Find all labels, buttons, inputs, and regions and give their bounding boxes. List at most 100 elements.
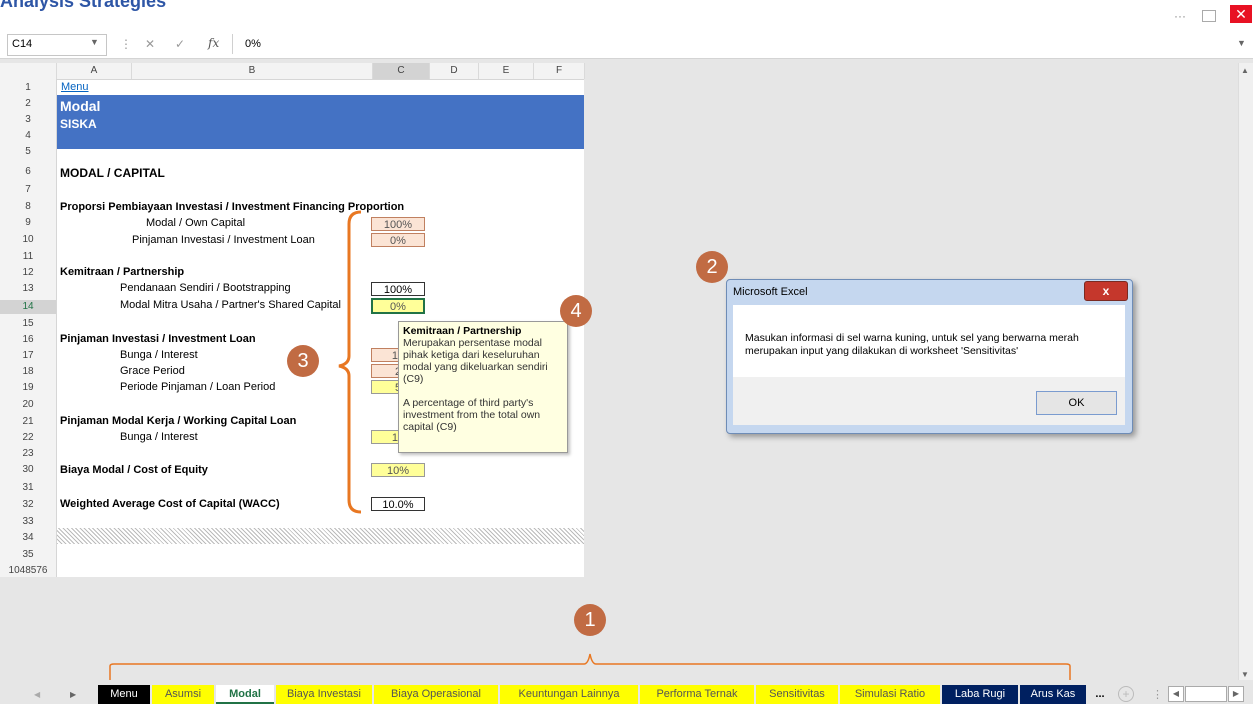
- tab-sensitivitas[interactable]: Sensitivitas: [756, 685, 838, 704]
- vertical-scrollbar[interactable]: [1238, 63, 1253, 681]
- page-title: Analysis Strategies: [0, 0, 167, 11]
- row-number[interactable]: 31: [0, 481, 56, 495]
- tab-simulasi-ratio[interactable]: Simulasi Ratio: [840, 685, 940, 704]
- own-capital-label: Modal / Own Capital: [146, 217, 246, 229]
- tab-keuntungan-lainnya[interactable]: Keuntungan Lainnya: [500, 685, 638, 704]
- wc-header: Pinjaman Modal Kerja / Working Capital L…: [60, 415, 297, 427]
- enter-check-icon[interactable]: ✓: [175, 37, 185, 51]
- scroll-down-icon[interactable]: ▼: [1241, 670, 1249, 679]
- cancel-icon[interactable]: ✕: [145, 37, 155, 51]
- dialog-title: Microsoft Excel: [733, 286, 808, 298]
- row-number[interactable]: 1: [0, 81, 56, 95]
- more-icon[interactable]: ···: [1174, 9, 1190, 23]
- cost-of-equity-cell[interactable]: 10%: [371, 463, 425, 477]
- comment-body-en: A percentage of third party's investment…: [403, 397, 541, 433]
- row-number[interactable]: 12: [0, 266, 56, 280]
- hscroll-right-icon[interactable]: ▶: [1228, 686, 1244, 702]
- tab-modal[interactable]: Modal: [216, 685, 274, 704]
- row-number[interactable]: 14: [0, 300, 56, 314]
- horizontal-scrollbar[interactable]: [1185, 686, 1227, 702]
- scroll-up-icon[interactable]: ▲: [1241, 66, 1249, 75]
- grace-period-label: Grace Period: [120, 365, 185, 377]
- row-number[interactable]: 35: [0, 548, 56, 562]
- restore-icon[interactable]: [1202, 10, 1216, 22]
- row-number[interactable]: 1048576: [0, 564, 56, 578]
- row-number[interactable]: 11: [0, 250, 56, 264]
- tab-arus-kas[interactable]: Arus Kas: [1020, 685, 1086, 704]
- row-number[interactable]: 32: [0, 498, 56, 512]
- column-header[interactable]: C: [373, 63, 430, 79]
- dialog-message: Masukan informasi di sel warna kuning, u…: [745, 332, 1079, 357]
- row-number[interactable]: 7: [0, 183, 56, 197]
- row-number[interactable]: 23: [0, 447, 56, 461]
- row-number[interactable]: 20: [0, 398, 56, 412]
- row-number[interactable]: 17: [0, 349, 56, 363]
- row-number[interactable]: 19: [0, 381, 56, 395]
- formula-bar: [0, 30, 1253, 59]
- comment-body-id: Merupakan persentase modal pihak ketiga …: [403, 337, 548, 385]
- sheet-title: Modal: [60, 98, 101, 114]
- row-number[interactable]: 10: [0, 233, 56, 247]
- partnership-header: Kemitraan / Partnership: [60, 266, 185, 278]
- callout-badge-3: 3: [287, 345, 319, 377]
- column-header[interactable]: B: [132, 63, 373, 79]
- app-top-bar: [0, 0, 1253, 30]
- formula-input[interactable]: 0%: [245, 38, 261, 50]
- splitter-dots-icon[interactable]: ⋮: [1152, 688, 1163, 701]
- row-number[interactable]: 30: [0, 463, 56, 477]
- expand-formula-icon[interactable]: ▼: [1237, 38, 1246, 48]
- tab-biaya-operasional[interactable]: Biaya Operasional: [374, 685, 498, 704]
- row-headers: 1 2 3 4 5 6 7 8 9 10 11 12 13 14 15 16 1…: [0, 79, 57, 577]
- hscroll-left-icon[interactable]: ◀: [1168, 686, 1184, 702]
- more-tabs-button[interactable]: ...: [1090, 685, 1110, 704]
- tab-scroll-right-icon[interactable]: ▶: [70, 690, 76, 699]
- row-number[interactable]: 16: [0, 333, 56, 347]
- row-number[interactable]: 5: [0, 145, 56, 159]
- row-number[interactable]: 2: [0, 97, 56, 111]
- tab-biaya-investasi[interactable]: Biaya Investasi: [276, 685, 372, 704]
- row-number[interactable]: 22: [0, 431, 56, 445]
- callout-badge-1: 1: [574, 604, 606, 636]
- loan-period-label: Periode Pinjaman / Loan Period: [120, 381, 276, 393]
- insert-function-icon[interactable]: fx: [208, 36, 219, 50]
- menu-link[interactable]: Menu: [61, 81, 89, 93]
- row-number[interactable]: 9: [0, 216, 56, 230]
- hatched-row: [57, 528, 584, 544]
- row-number[interactable]: 33: [0, 515, 56, 529]
- tab-asumsi[interactable]: Asumsi: [152, 685, 214, 704]
- tab-scroll-left-icon[interactable]: ◀: [34, 690, 40, 699]
- loan-header: Pinjaman Investasi / Investment Loan: [60, 333, 256, 345]
- partner-capital-cell[interactable]: 0%: [371, 298, 425, 314]
- column-header[interactable]: A: [57, 63, 132, 79]
- bootstrapping-label: Pendanaan Sendiri / Bootstrapping: [120, 282, 291, 294]
- callout-badge-4: 4: [560, 295, 592, 327]
- row-number[interactable]: 8: [0, 200, 56, 214]
- column-header[interactable]: D: [430, 63, 479, 79]
- bootstrapping-cell[interactable]: 100%: [371, 282, 425, 296]
- close-icon[interactable]: ✕: [1230, 5, 1252, 23]
- investment-loan-label: Pinjaman Investasi / Investment Loan: [132, 234, 315, 246]
- own-capital-cell[interactable]: 100%: [371, 217, 425, 231]
- column-header[interactable]: F: [534, 63, 585, 79]
- row-number[interactable]: 21: [0, 415, 56, 429]
- column-headers: A B C D E F: [0, 63, 585, 80]
- tab-menu[interactable]: Menu: [98, 685, 150, 704]
- investment-loan-cell[interactable]: 0%: [371, 233, 425, 247]
- chevron-down-icon[interactable]: ▼: [90, 37, 99, 47]
- row-number[interactable]: 15: [0, 317, 56, 331]
- row-number[interactable]: 4: [0, 129, 56, 143]
- select-all-corner[interactable]: [0, 63, 57, 79]
- ok-button[interactable]: OK: [1036, 391, 1117, 415]
- header-banner: [57, 95, 584, 149]
- row-number[interactable]: 13: [0, 282, 56, 296]
- row-number[interactable]: 34: [0, 531, 56, 545]
- row-number[interactable]: 18: [0, 365, 56, 379]
- wacc-cell[interactable]: 10.0%: [371, 497, 425, 511]
- row-number[interactable]: 3: [0, 113, 56, 127]
- add-sheet-icon[interactable]: +: [1118, 686, 1134, 702]
- row-number[interactable]: 6: [0, 165, 56, 179]
- dialog-close-button[interactable]: x: [1084, 281, 1128, 301]
- tab-laba-rugi[interactable]: Laba Rugi: [942, 685, 1018, 704]
- tab-performa-ternak[interactable]: Performa Ternak: [640, 685, 754, 704]
- column-header[interactable]: E: [479, 63, 534, 79]
